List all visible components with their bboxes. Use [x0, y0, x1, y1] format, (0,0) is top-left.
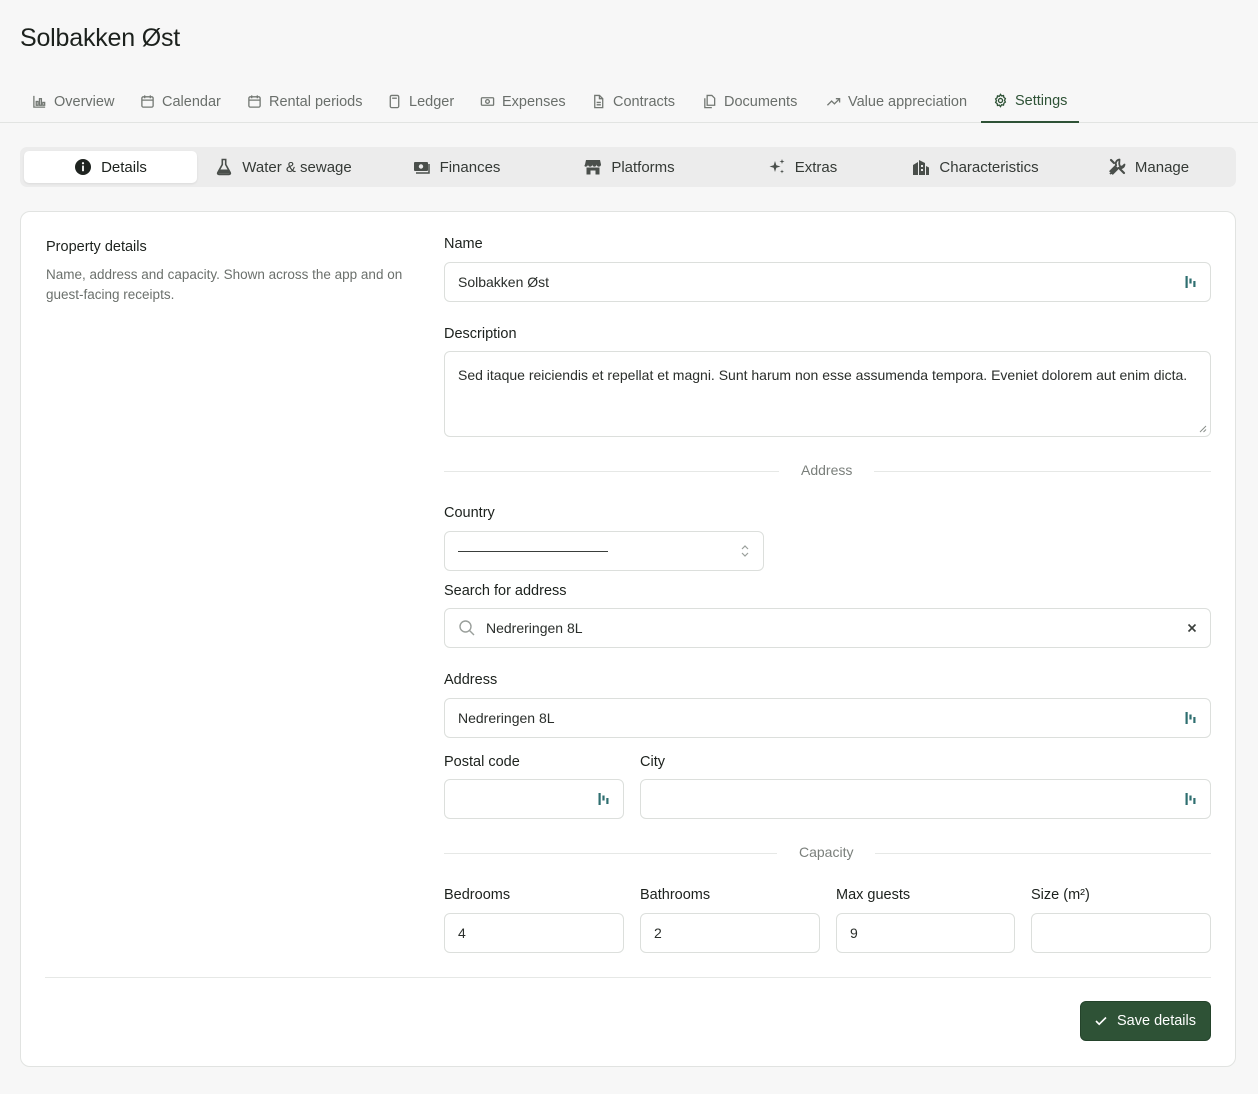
subtab-label: Extras [794, 158, 838, 176]
subtab-characteristics[interactable]: Characteristics [889, 151, 1062, 183]
save-details-label: Save details [1117, 1013, 1196, 1029]
bedrooms-input[interactable]: 4 [444, 913, 624, 953]
bathrooms-input[interactable]: 2 [640, 913, 820, 953]
tab-label: Contracts [613, 93, 676, 110]
subtab-label: Details [101, 158, 147, 176]
city-field[interactable] [640, 779, 1211, 819]
description-textarea[interactable]: Sed itaque reiciendis et repellat et mag… [444, 351, 1211, 437]
chevron-up-down-icon [741, 545, 749, 557]
files-icon [704, 94, 716, 109]
subtab-label: Manage [1134, 158, 1190, 176]
subtab-label: Platforms [611, 158, 675, 176]
banknote-icon [480, 97, 495, 106]
subtab-water-sewage[interactable]: Water & sewage [197, 151, 370, 183]
subtab-label: Characteristics [939, 158, 1039, 176]
search-address-input[interactable]: Nedreringen 8L [444, 608, 1211, 648]
subtab-label: Water & sewage [242, 158, 352, 176]
country-label: Country [444, 505, 495, 521]
city-label: City [640, 754, 665, 770]
capacity-divider-label: Capacity [777, 844, 876, 860]
password-manager-icon[interactable] [598, 792, 610, 806]
tab-rental-periods[interactable]: Rental periods [247, 80, 363, 123]
password-manager-icon[interactable] [1185, 711, 1197, 725]
tab-documents[interactable]: Documents [702, 80, 797, 123]
bar-chart-icon [33, 95, 46, 108]
flask-icon [217, 158, 232, 176]
tab-label: Expenses [502, 93, 566, 110]
address-value: Nedreringen 8L [458, 710, 555, 726]
country-select[interactable] [444, 531, 764, 571]
info-icon [75, 159, 92, 175]
postal-code-field[interactable] [444, 779, 624, 819]
tab-contracts[interactable]: Contracts [591, 80, 675, 123]
tools-icon [1109, 158, 1126, 175]
subtab-label: Finances [439, 158, 501, 176]
file-icon [594, 94, 604, 109]
sparkles-icon [769, 159, 785, 174]
subtab-extras[interactable]: Extras [716, 151, 889, 183]
max-guests-label: Max guests [836, 887, 911, 903]
address-divider-label: Address [779, 462, 875, 478]
clear-icon[interactable] [1187, 623, 1197, 633]
calculator-icon [389, 94, 400, 109]
search-address-value: Nedreringen 8L [486, 620, 583, 636]
save-details-button[interactable]: Save details [1080, 1001, 1211, 1041]
footer-divider [45, 977, 1211, 978]
tab-settings[interactable]: Settings [981, 80, 1080, 123]
tab-expenses[interactable]: Expenses [480, 80, 566, 123]
bathrooms-label: Bathrooms [640, 887, 711, 903]
name-label: Name [444, 236, 483, 252]
postal-code-label: Postal code [444, 754, 520, 770]
tab-label: Overview [54, 93, 115, 110]
money-icon [413, 162, 430, 174]
max-guests-input[interactable]: 9 [836, 913, 1015, 953]
name-value: Solbakken Øst [458, 274, 550, 290]
page-title: Solbakken Øst [20, 24, 180, 52]
password-manager-icon[interactable] [1185, 275, 1197, 289]
bedrooms-value: 4 [458, 925, 466, 941]
description-label: Description [444, 326, 517, 342]
size-input[interactable] [1031, 913, 1211, 953]
country-empty-value [458, 550, 740, 552]
max-guests-value: 9 [850, 925, 858, 941]
tab-label: Ledger [409, 93, 455, 110]
tab-calendar[interactable]: Calendar [140, 80, 221, 123]
password-manager-icon[interactable] [1185, 792, 1197, 806]
tab-label: Value appreciation [848, 93, 968, 110]
subtab-details[interactable]: Details [24, 151, 197, 183]
tab-ledger[interactable]: Ledger [387, 80, 454, 123]
tab-label: Settings [1015, 92, 1068, 109]
tab-label: Rental periods [269, 93, 363, 110]
settings-subtabs: Details Water & sewage Finances Platform… [20, 147, 1236, 187]
subtab-finances[interactable]: Finances [370, 151, 543, 183]
search-address-label: Search for address [444, 583, 567, 599]
description-value: Sed itaque reiciendis et repellat et mag… [458, 367, 1188, 383]
address-field[interactable]: Nedreringen 8L [444, 698, 1211, 738]
tab-value-appreciation[interactable]: Value appreciation [826, 80, 967, 123]
store-icon [584, 160, 602, 175]
size-label: Size (m²) [1031, 887, 1090, 903]
calendar-icon [141, 95, 154, 108]
top-navigation: Overview Calendar Rental periods Ledger … [0, 80, 1258, 123]
address-label: Address [444, 672, 498, 688]
subtab-platforms[interactable]: Platforms [543, 151, 716, 183]
building-icon [913, 160, 930, 175]
calendar-icon [248, 95, 261, 108]
gear-icon [994, 93, 1007, 108]
subtab-manage[interactable]: Manage [1062, 151, 1235, 183]
section-title: Property details [46, 239, 147, 255]
bedrooms-label: Bedrooms [444, 887, 511, 903]
name-field[interactable]: Solbakken Øst [444, 262, 1211, 302]
bathrooms-value: 2 [654, 925, 662, 941]
trending-up-icon [826, 98, 841, 106]
property-details-card: Property details Name, address and capac… [20, 211, 1236, 1067]
search-icon [459, 620, 475, 636]
section-description: Name, address and capacity. Shown across… [46, 267, 403, 302]
tab-label: Calendar [162, 93, 221, 110]
tab-label: Documents [724, 93, 798, 110]
check-icon [1095, 1016, 1107, 1026]
resize-grip-icon[interactable] [1199, 425, 1207, 433]
tab-overview[interactable]: Overview [32, 80, 114, 123]
